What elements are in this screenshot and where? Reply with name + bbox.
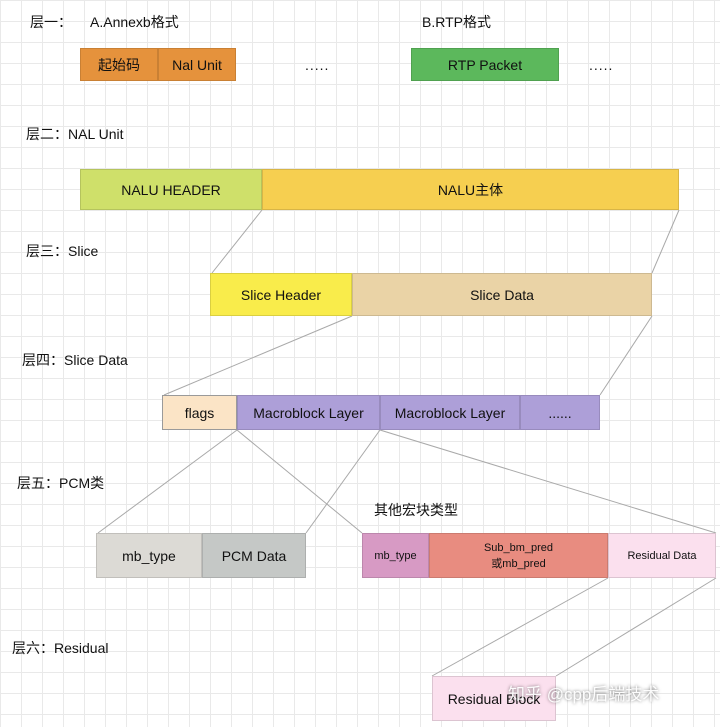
nal-unit-box: Nal Unit xyxy=(158,48,236,81)
connector-line xyxy=(163,315,353,396)
layer5-label: 层五：PCM类 xyxy=(17,475,105,491)
nalu-body-box: NALU主体 xyxy=(262,169,679,210)
sub-mb-pred-box: Sub_bm_pred 或mb_pred xyxy=(429,533,608,578)
pcm-data-box: PCM Data xyxy=(202,533,306,578)
macroblock-ellipsis-box: ...... xyxy=(520,395,600,430)
macroblock-layer-box: Macroblock Layer xyxy=(237,395,380,430)
rtp-format-title: B.RTP格式 xyxy=(422,14,491,30)
layer3-label: 层三：Slice xyxy=(26,243,99,259)
flags-box: flags xyxy=(162,395,237,430)
connector-line xyxy=(97,429,238,534)
layer4-label: 层四：Slice Data xyxy=(22,352,128,368)
residual-data-box: Residual Data xyxy=(608,533,716,578)
start-code-box: 起始码 xyxy=(80,48,158,81)
layer6-label: 层六：Residual xyxy=(12,640,109,656)
connector-line xyxy=(555,577,717,677)
connector-line xyxy=(431,577,609,677)
annexb-ellipsis: ..... xyxy=(305,57,330,73)
annexb-format-title: A.Annexb格式 xyxy=(90,14,179,30)
nalu-header-box: NALU HEADER xyxy=(80,169,262,210)
mb-type-small-box: mb_type xyxy=(362,533,429,578)
connector-line xyxy=(651,209,680,274)
rtp-packet-box: RTP Packet xyxy=(411,48,559,81)
mb-type-box: mb_type xyxy=(96,533,202,578)
slice-data-box: Slice Data xyxy=(352,273,652,316)
connector-line xyxy=(211,209,263,274)
layer2-label: 层二：NAL Unit xyxy=(26,126,124,142)
sub-mb-pred-line2: 或mb_pred xyxy=(491,557,546,570)
rtp-ellipsis: ..... xyxy=(589,57,614,73)
connector-line xyxy=(305,429,381,534)
layer1-label: 层一： xyxy=(30,14,72,30)
sub-mb-pred-line1: Sub_bm_pred xyxy=(483,541,554,554)
connector-line xyxy=(236,429,363,534)
connector-line xyxy=(599,315,653,396)
macroblock-layer-box: Macroblock Layer xyxy=(380,395,520,430)
watermark: 知乎 @cpp后端技术 xyxy=(508,685,660,704)
slice-header-box: Slice Header xyxy=(210,273,352,316)
other-macroblock-types-title: 其他宏块类型 xyxy=(374,502,458,518)
